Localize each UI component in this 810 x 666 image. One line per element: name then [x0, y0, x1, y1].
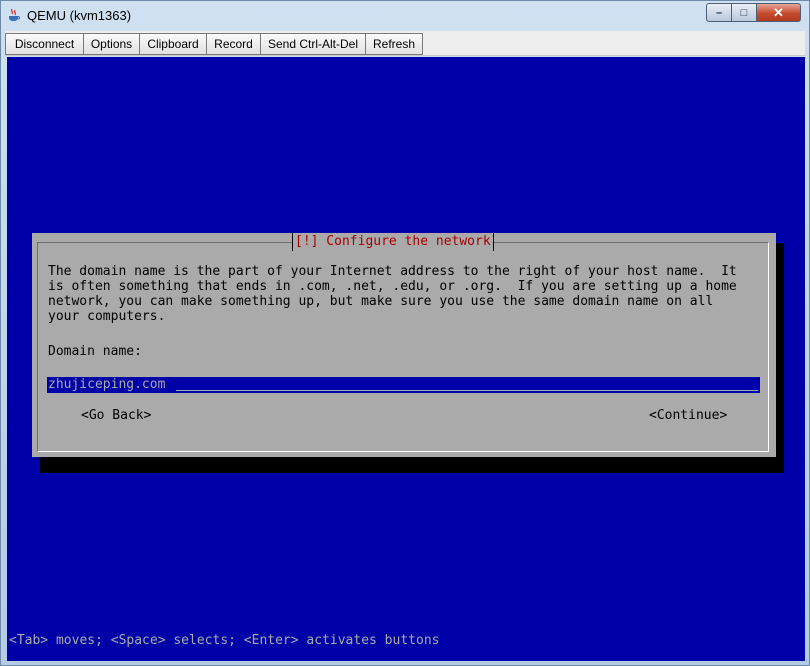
- record-button[interactable]: Record: [206, 33, 261, 55]
- java-app-icon: [9, 8, 20, 21]
- disconnect-button[interactable]: Disconnect: [5, 33, 84, 55]
- dialog-title: [!] Configure the network: [292, 233, 494, 251]
- clipboard-button[interactable]: Clipboard: [139, 33, 207, 55]
- vnc-screen[interactable]: [!] Configure the network The domain nam…: [7, 57, 805, 661]
- vnc-toolbar: Disconnect Options Clipboard Record Send…: [5, 31, 805, 56]
- close-icon: ✕: [773, 4, 784, 20]
- qemu-window: QEMU (kvm1363) – □ ✕ Disconnect Options …: [0, 0, 810, 666]
- window-title: QEMU (kvm1363): [27, 8, 132, 23]
- refresh-button[interactable]: Refresh: [365, 33, 423, 55]
- minimize-button[interactable]: –: [706, 3, 732, 22]
- maximize-button[interactable]: □: [732, 3, 757, 22]
- domain-name-value: zhujiceping.com: [48, 377, 166, 392]
- close-button[interactable]: ✕: [757, 3, 801, 22]
- minimize-icon: –: [715, 6, 723, 19]
- domain-name-input[interactable]: zhujiceping.com: [47, 377, 760, 393]
- maximize-icon: □: [740, 6, 748, 19]
- dialog-description: The domain name is the part of your Inte…: [48, 264, 737, 324]
- options-button[interactable]: Options: [83, 33, 140, 55]
- send-ctrl-alt-del-button[interactable]: Send Ctrl-Alt-Del: [260, 33, 366, 55]
- go-back-button[interactable]: <Go Back>: [81, 408, 151, 424]
- input-fill-underline: [176, 390, 758, 391]
- window-controls: – □ ✕: [706, 3, 801, 22]
- keyboard-help-text: <Tab> moves; <Space> selects; <Enter> ac…: [9, 633, 440, 648]
- domain-name-label: Domain name:: [48, 344, 142, 359]
- continue-button[interactable]: <Continue>: [649, 408, 727, 424]
- title-bar[interactable]: QEMU (kvm1363) – □ ✕: [1, 1, 809, 29]
- configure-network-dialog: [!] Configure the network The domain nam…: [32, 233, 776, 457]
